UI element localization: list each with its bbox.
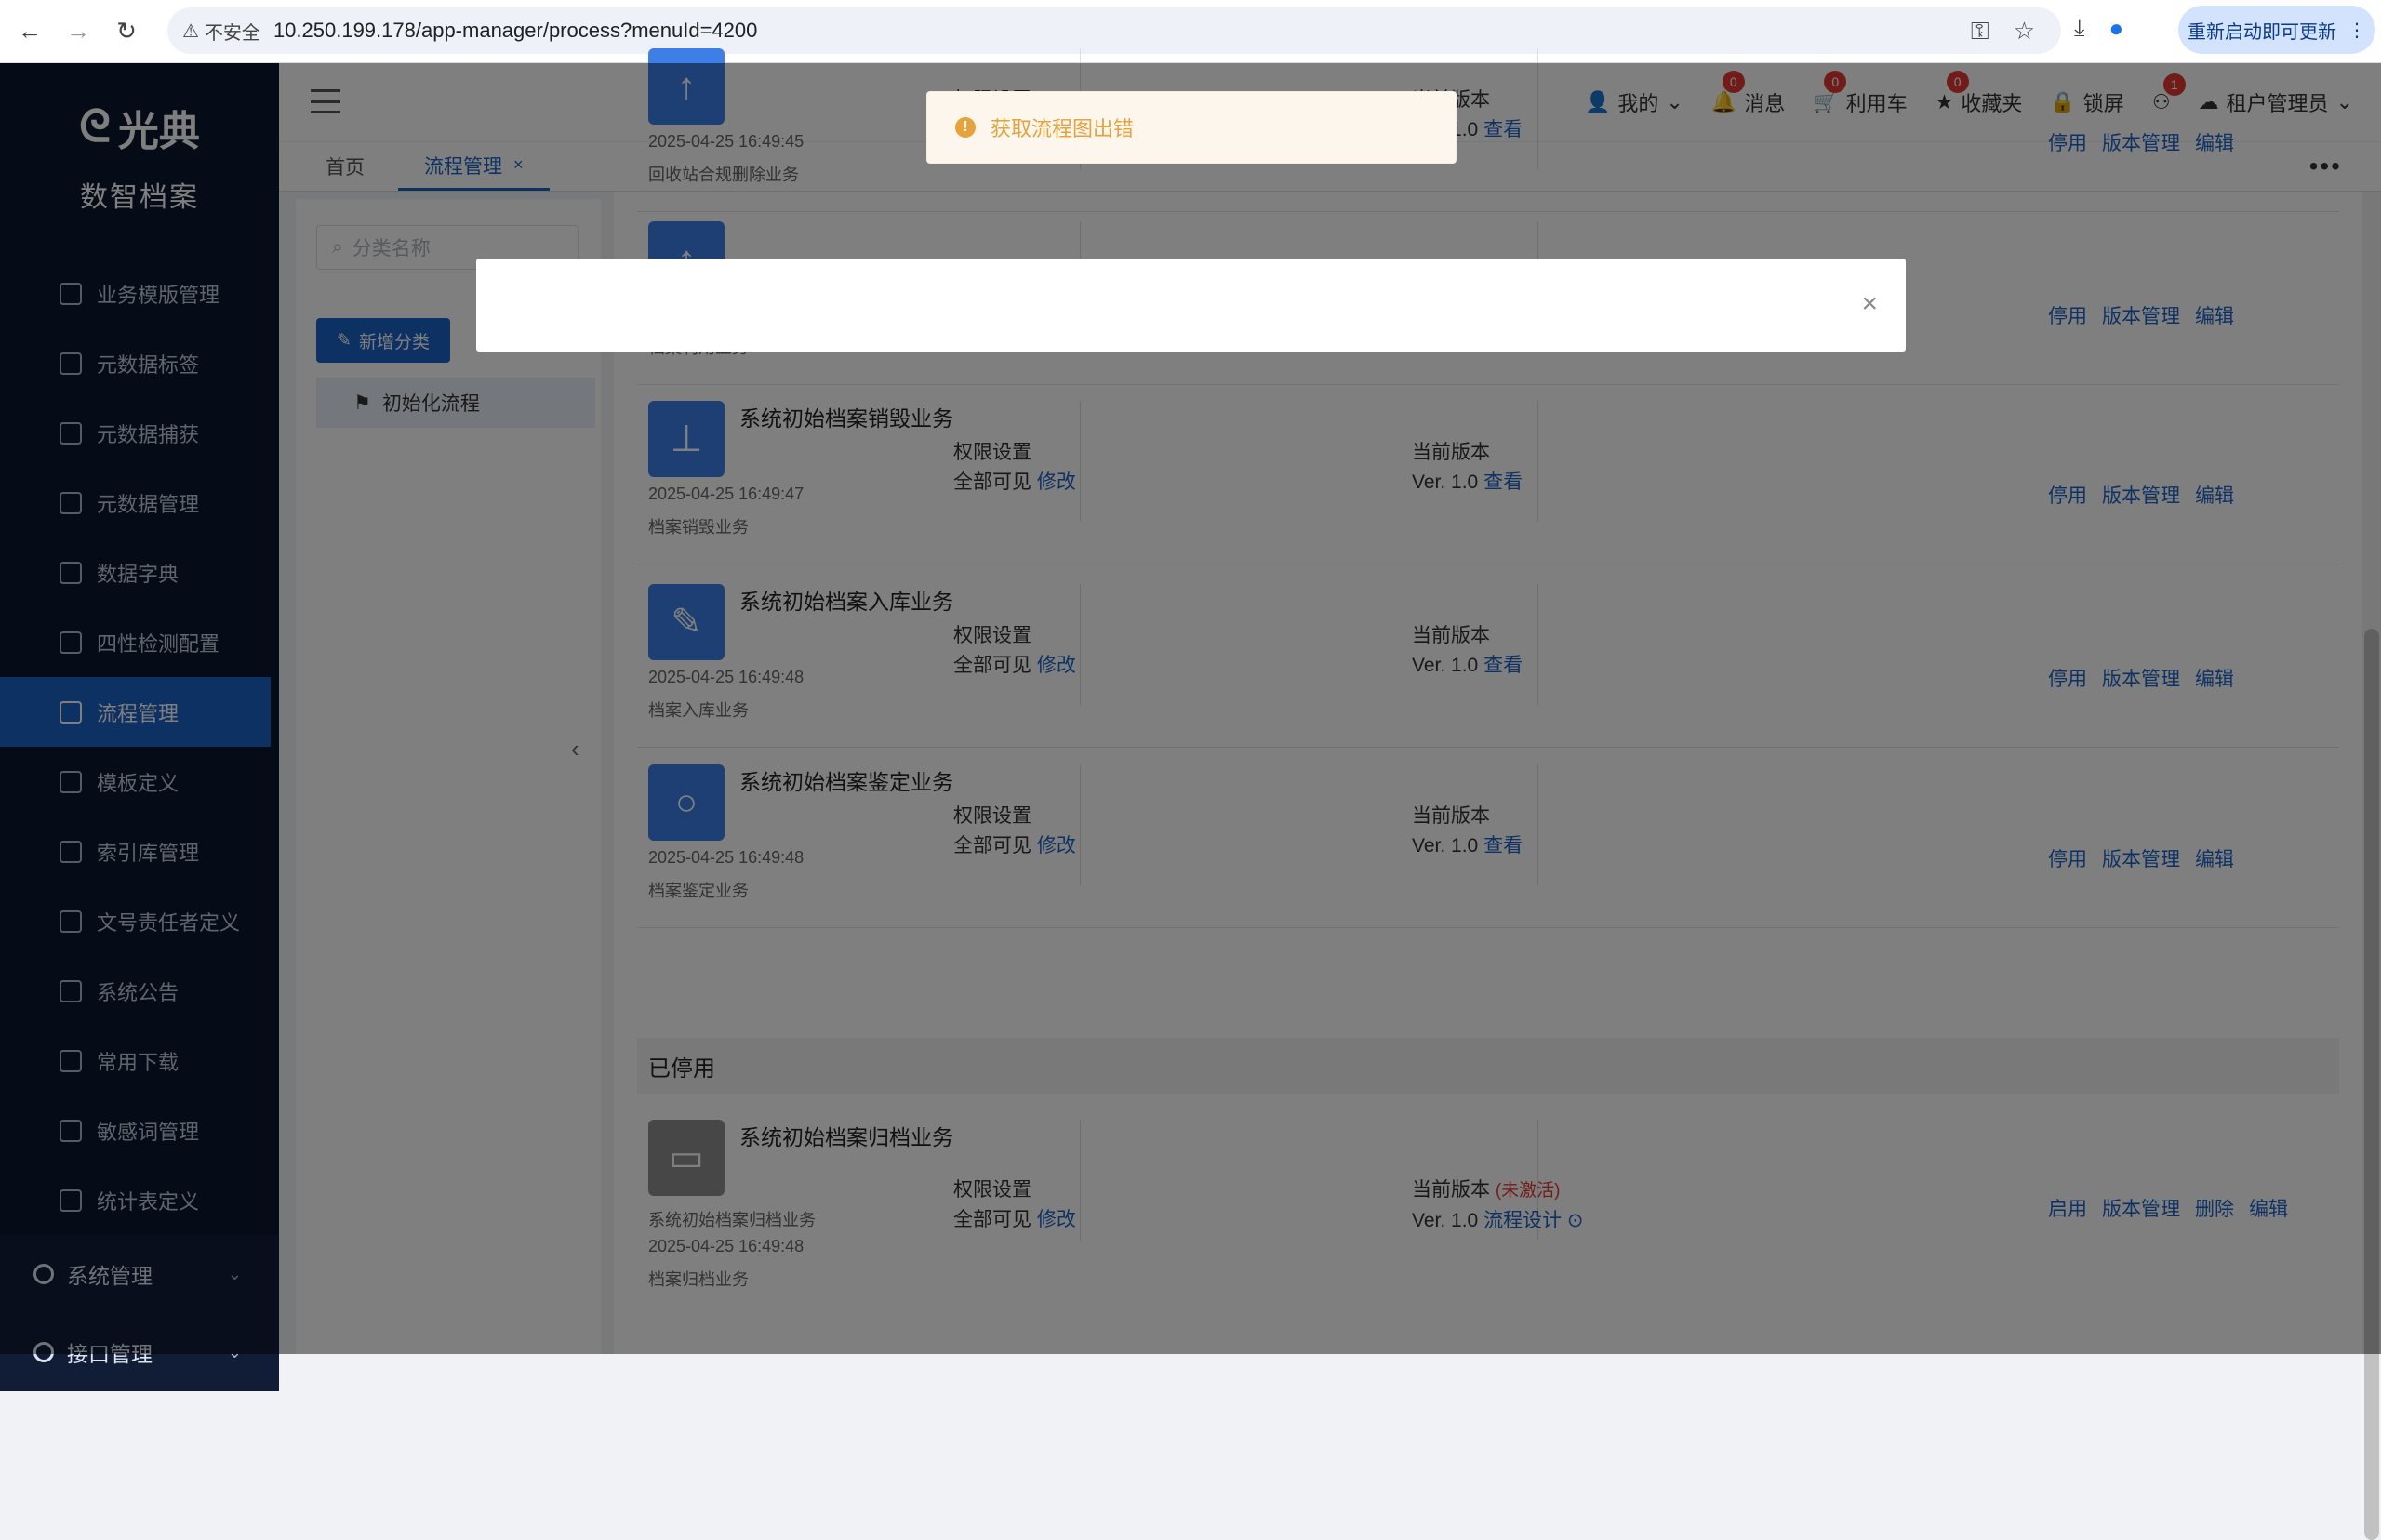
error-toast: ! 获取流程图出错: [926, 91, 1457, 164]
forward-icon[interactable]: →: [60, 13, 97, 50]
modal-overlay[interactable]: [0, 63, 2381, 1354]
process-diagram-dialog: ×: [476, 259, 1906, 352]
security-warning[interactable]: ⚠ 不安全: [182, 18, 260, 45]
toast-message: 获取流程图出错: [991, 117, 1135, 140]
warning-icon: !: [955, 117, 976, 138]
back-icon[interactable]: ←: [11, 13, 48, 50]
reload-icon[interactable]: ↻: [108, 13, 145, 50]
warning-icon: ⚠: [182, 20, 199, 42]
kebab-icon: ⋮: [2348, 20, 2366, 41]
close-icon[interactable]: ×: [1861, 288, 1878, 320]
